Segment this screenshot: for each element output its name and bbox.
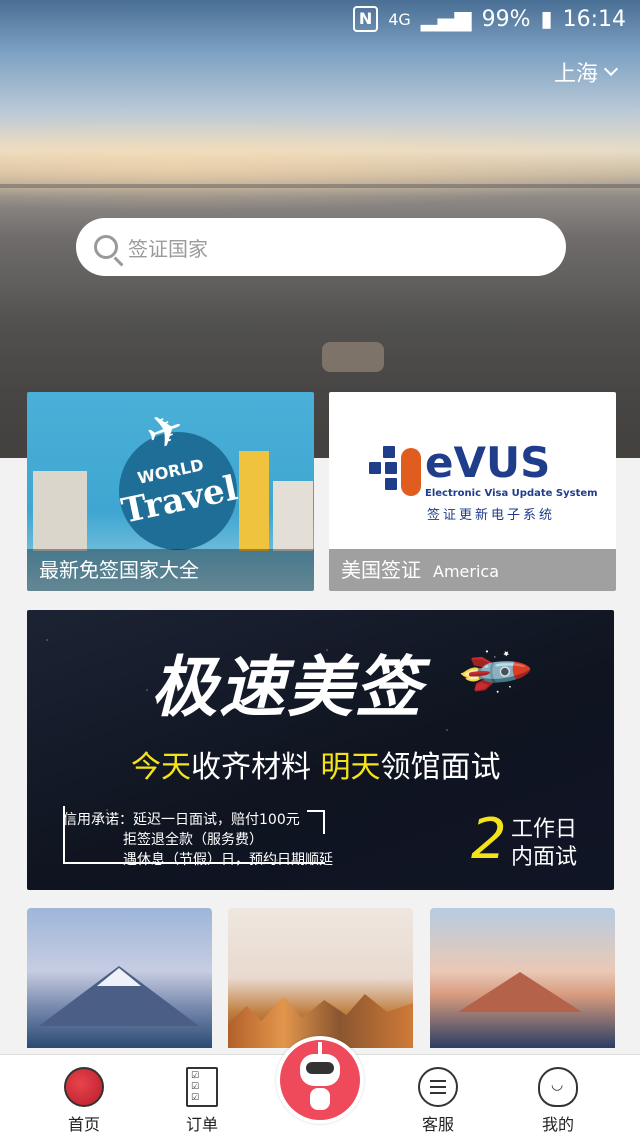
promise-line-3: 遇休息（节假）日，预约日期顺延 [123, 852, 333, 868]
us-visa-card[interactable]: eVUS Electronic Visa Update System 签证更新电… [329, 392, 616, 591]
status-bar: N 4G ▂▄▆ 99% ▮ 16:14 [0, 0, 640, 38]
checklist-icon [186, 1067, 218, 1107]
tomorrow-text: 明天 [320, 750, 381, 785]
banner-subtitle: 今天收齐材料 明天领馆面试 [131, 742, 501, 786]
evus-globe-icon [369, 434, 427, 510]
banner-headline: 极速美签 [151, 649, 423, 726]
chevron-down-icon [603, 61, 619, 77]
workday-label: 工作日 内面试 [511, 816, 577, 872]
signal-icon: ▂▄▆ [420, 6, 472, 32]
sky-glow [0, 120, 640, 210]
promise-line-1: 信用承诺：延迟一日面试，赔付100元 [63, 812, 300, 828]
interview-text: 领馆面试 [380, 750, 501, 785]
search-icon [94, 235, 118, 259]
destination-thumb-2[interactable] [228, 908, 413, 1048]
tab-service-label: 客服 [421, 1115, 454, 1134]
network-type: 4G [388, 9, 411, 29]
robot-antenna [318, 1042, 322, 1054]
search-bar[interactable]: 签证国家 [76, 218, 566, 276]
tab-service[interactable]: 客服 [398, 1067, 478, 1135]
robot-body [310, 1088, 330, 1110]
card-caption: 美国签证 America [329, 549, 616, 591]
today-text: 今天 [131, 750, 191, 785]
workday-number: 2 [471, 807, 507, 872]
building-illustration [33, 471, 87, 551]
card-caption: 最新免签国家大全 [27, 549, 314, 591]
caption-en: America [433, 562, 499, 581]
evus-subtitle-cn: 签证更新电子系统 [427, 508, 556, 523]
promo-banner[interactable]: 极速美签 🚀 今天收齐材料 明天领馆面试 信用承诺：延迟一日面试，赔付100元 … [27, 610, 614, 890]
globe-icon [64, 1067, 104, 1107]
search-placeholder: 签证国家 [128, 236, 208, 261]
tab-orders-label: 订单 [185, 1115, 218, 1134]
mountain-shape [458, 972, 582, 1012]
evus-logo-text: eVUS [425, 438, 551, 487]
credit-promise: 信用承诺：延迟一日面试，赔付100元 拒签退全款（服务费） 遇休息（节假）日，预… [63, 810, 333, 870]
tab-home[interactable]: 首页 [44, 1067, 124, 1135]
chat-bubble-icon [418, 1067, 458, 1107]
user-face-icon [538, 1067, 578, 1107]
workday-line-1: 工作日 [511, 817, 578, 842]
caption-cn: 美国签证 [341, 558, 421, 582]
destination-thumb-1[interactable] [27, 908, 212, 1048]
destination-thumb-3[interactable] [430, 908, 615, 1048]
stone [322, 342, 384, 372]
clock: 16:14 [562, 6, 626, 32]
robot-eyes [306, 1062, 334, 1074]
battery-icon: ▮ [540, 6, 553, 32]
city-label: 上海 [553, 62, 598, 87]
promise-line-2: 拒签退全款（服务费） [123, 832, 263, 848]
building-illustration [273, 481, 313, 551]
visa-free-countries-card[interactable]: ✈ WORLD Travel 最新免签国家大全 [27, 392, 314, 591]
horizon-line [0, 184, 640, 188]
tab-mine-label: 我的 [541, 1115, 574, 1134]
robot-assistant-button[interactable] [276, 1036, 364, 1124]
evus-subtitle-en: Electronic Visa Update System [425, 488, 598, 499]
workday-line-2: 内面试 [511, 845, 578, 870]
battery-percent: 99% [481, 6, 531, 32]
tab-mine[interactable]: 我的 [518, 1067, 598, 1135]
tab-home-label: 首页 [67, 1115, 100, 1134]
nfc-icon: N [352, 6, 379, 32]
collect-text: 收齐材料 [191, 750, 311, 785]
tower-illustration [239, 451, 269, 551]
tab-orders[interactable]: 订单 [162, 1067, 242, 1135]
city-selector[interactable]: 上海 [553, 56, 619, 88]
